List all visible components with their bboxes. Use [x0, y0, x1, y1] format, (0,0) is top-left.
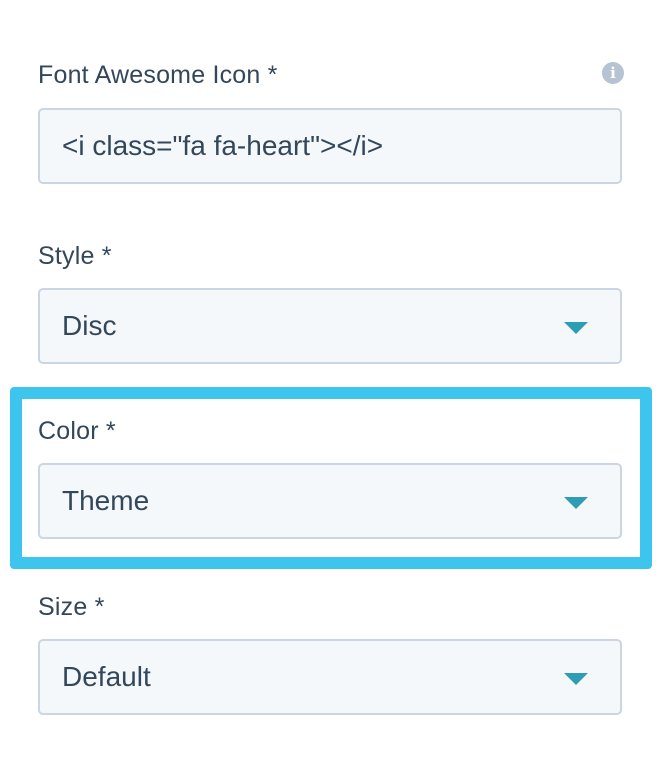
info-icon[interactable]: i	[602, 62, 624, 84]
chevron-down-icon	[564, 673, 588, 685]
style-field: Style * Disc	[38, 241, 626, 371]
style-select[interactable]: Disc	[38, 288, 622, 364]
color-field: Color * Theme	[38, 416, 626, 546]
size-selected-value: Default	[62, 661, 151, 692]
size-field: Size * Default	[38, 592, 626, 722]
size-label: Size *	[38, 593, 105, 621]
font-awesome-icon-field: Font Awesome Icon * i <i class="fa fa-he…	[38, 60, 626, 195]
size-select[interactable]: Default	[38, 639, 622, 715]
chevron-down-icon	[564, 322, 588, 334]
style-label: Style *	[38, 242, 112, 270]
color-select[interactable]: Theme	[38, 463, 622, 539]
chevron-down-icon	[564, 497, 588, 509]
module-settings-panel: Font Awesome Icon * i <i class="fa fa-he…	[0, 0, 660, 766]
font-awesome-icon-label: Font Awesome Icon *	[38, 61, 278, 89]
style-selected-value: Disc	[62, 310, 117, 341]
color-selected-value: Theme	[62, 485, 150, 516]
font-awesome-icon-input[interactable]: <i class="fa fa-heart"></i>	[38, 108, 622, 184]
color-label: Color *	[38, 417, 116, 445]
